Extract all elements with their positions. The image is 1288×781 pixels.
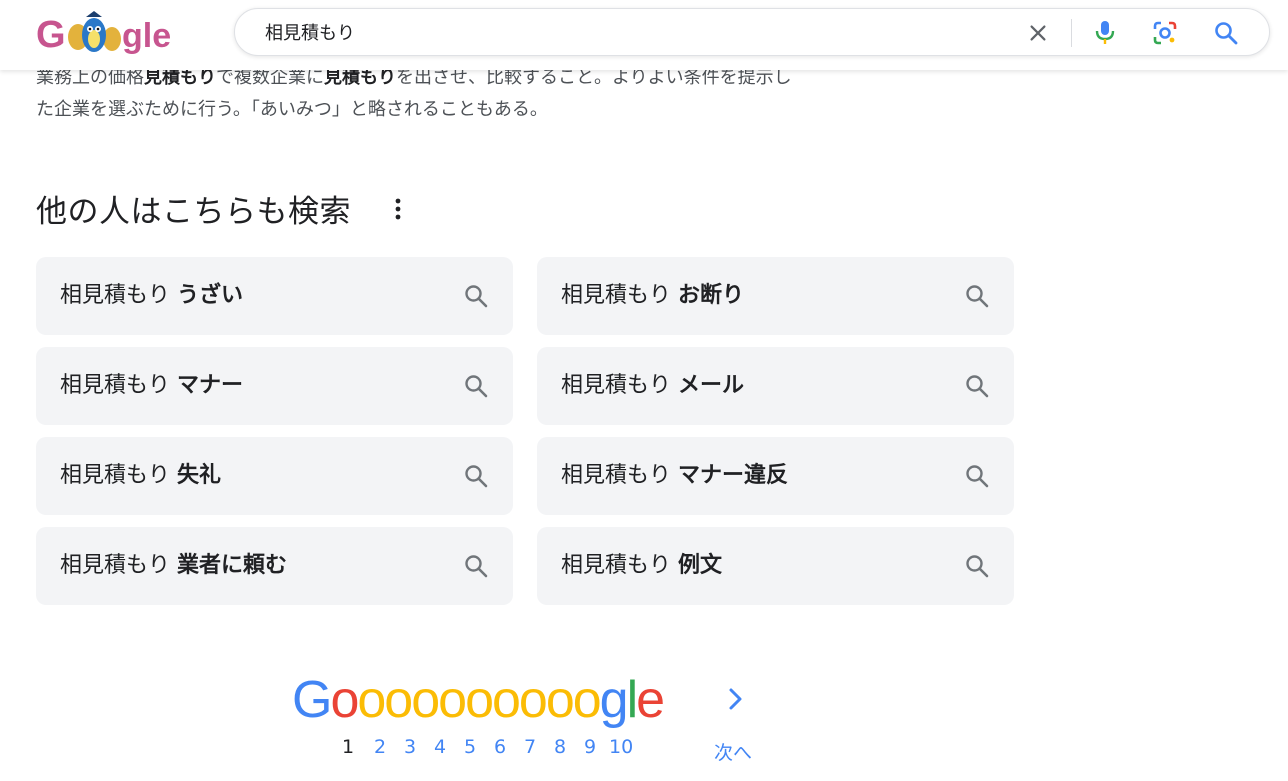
search-icon: [465, 465, 488, 488]
related-search-chip[interactable]: 相見積もり 例文: [537, 527, 1014, 605]
search-icon: [966, 555, 989, 578]
chip-base: 相見積もり: [561, 553, 672, 578]
related-search-chip[interactable]: 相見積もり うざい: [36, 257, 513, 335]
chip-suffix: メール: [678, 373, 745, 398]
chevron-right-icon[interactable]: [722, 684, 750, 714]
chip-base: 相見積もり: [561, 463, 672, 488]
next-page-link[interactable]: 次へ: [714, 738, 752, 765]
result-snippet: 業務上の価格見積もりで複数企業に見積もりを出させ、比較すること。よりよい条件を提…: [36, 62, 936, 126]
chip-suffix: マナー: [177, 373, 244, 398]
chip-base: 相見積もり: [561, 373, 672, 398]
related-search-chip[interactable]: 相見積もり マナー: [36, 347, 513, 425]
chip-base: 相見積もり: [60, 373, 171, 398]
page-number-link[interactable]: 9: [584, 736, 596, 758]
related-search-chip[interactable]: 相見積もり お断り: [537, 257, 1014, 335]
page-number-link[interactable]: 3: [404, 736, 416, 758]
page-number-link[interactable]: 2: [374, 736, 386, 758]
clear-icon[interactable]: [1025, 20, 1051, 46]
chip-suffix: うざい: [177, 283, 244, 308]
chip-label: 相見積もり お断り: [561, 257, 744, 335]
snippet-highlight: 見積もり: [324, 67, 396, 88]
search-divider: [1071, 19, 1072, 47]
microphone-icon[interactable]: [1092, 20, 1118, 46]
page-number-link[interactable]: 4: [434, 736, 446, 758]
snippet-highlight: 見積もり: [144, 67, 216, 88]
page-number-link[interactable]: 8: [554, 736, 566, 758]
search-box: [234, 8, 1270, 56]
chip-base: 相見積もり: [60, 553, 171, 578]
chip-label: 相見積もり メール: [561, 347, 744, 425]
snippet-text: で複数企業に: [216, 67, 324, 88]
search-icon: [966, 375, 989, 398]
page-number-current: 1: [342, 736, 355, 758]
related-search-chip[interactable]: 相見積もり マナー違反: [537, 437, 1014, 515]
more-options-icon[interactable]: [388, 196, 408, 222]
camera-lens-icon[interactable]: [1152, 20, 1178, 46]
page-number-link[interactable]: 6: [494, 736, 506, 758]
search-input[interactable]: [265, 9, 1005, 55]
pagination-logo: Goooooooooogle: [292, 671, 665, 729]
chip-label: 相見積もり マナー違反: [561, 437, 788, 515]
related-search-chip[interactable]: 相見積もり 業者に頼む: [36, 527, 513, 605]
search-icon: [465, 285, 488, 308]
page-number-link[interactable]: 10: [609, 736, 633, 758]
chip-suffix: 例文: [678, 553, 723, 578]
svg-text:gle: gle: [122, 17, 171, 55]
chip-suffix: マナー違反: [678, 463, 789, 488]
page-number-link[interactable]: 5: [464, 736, 476, 758]
chip-base: 相見積もり: [60, 283, 171, 308]
chip-label: 相見積もり マナー: [60, 347, 243, 425]
chip-base: 相見積もり: [561, 283, 672, 308]
chip-label: 相見積もり 業者に頼む: [60, 527, 287, 605]
search-icon: [966, 465, 989, 488]
snippet-text: 業務上の価格: [36, 67, 144, 88]
related-search-chip[interactable]: 相見積もり 失礼: [36, 437, 513, 515]
chip-base: 相見積もり: [60, 463, 171, 488]
search-icon: [966, 285, 989, 308]
related-searches-title: 他の人はこちらも検索: [36, 194, 351, 230]
chip-label: 相見積もり 失礼: [60, 437, 221, 515]
related-search-chip[interactable]: 相見積もり メール: [537, 347, 1014, 425]
search-icon: [465, 375, 488, 398]
snippet-line-2: た企業を選ぶために行う。「あいみつ」と略されることもある。: [36, 99, 548, 120]
snippet-text: を出させ、比較すること。よりよい条件を提示し: [396, 67, 792, 88]
chip-suffix: 業者に頼む: [177, 553, 288, 578]
chip-suffix: 失礼: [177, 463, 222, 488]
search-icon: [465, 555, 488, 578]
chip-label: 相見積もり 例文: [561, 527, 722, 605]
google-doodle-logo[interactable]: G gle: [36, 9, 172, 59]
header: G gle: [0, 0, 1288, 70]
svg-text:G: G: [36, 14, 66, 56]
chip-suffix: お断り: [678, 283, 745, 308]
search-icon[interactable]: [1213, 20, 1239, 46]
chip-label: 相見積もり うざい: [60, 257, 243, 335]
page-number-link[interactable]: 7: [524, 736, 536, 758]
